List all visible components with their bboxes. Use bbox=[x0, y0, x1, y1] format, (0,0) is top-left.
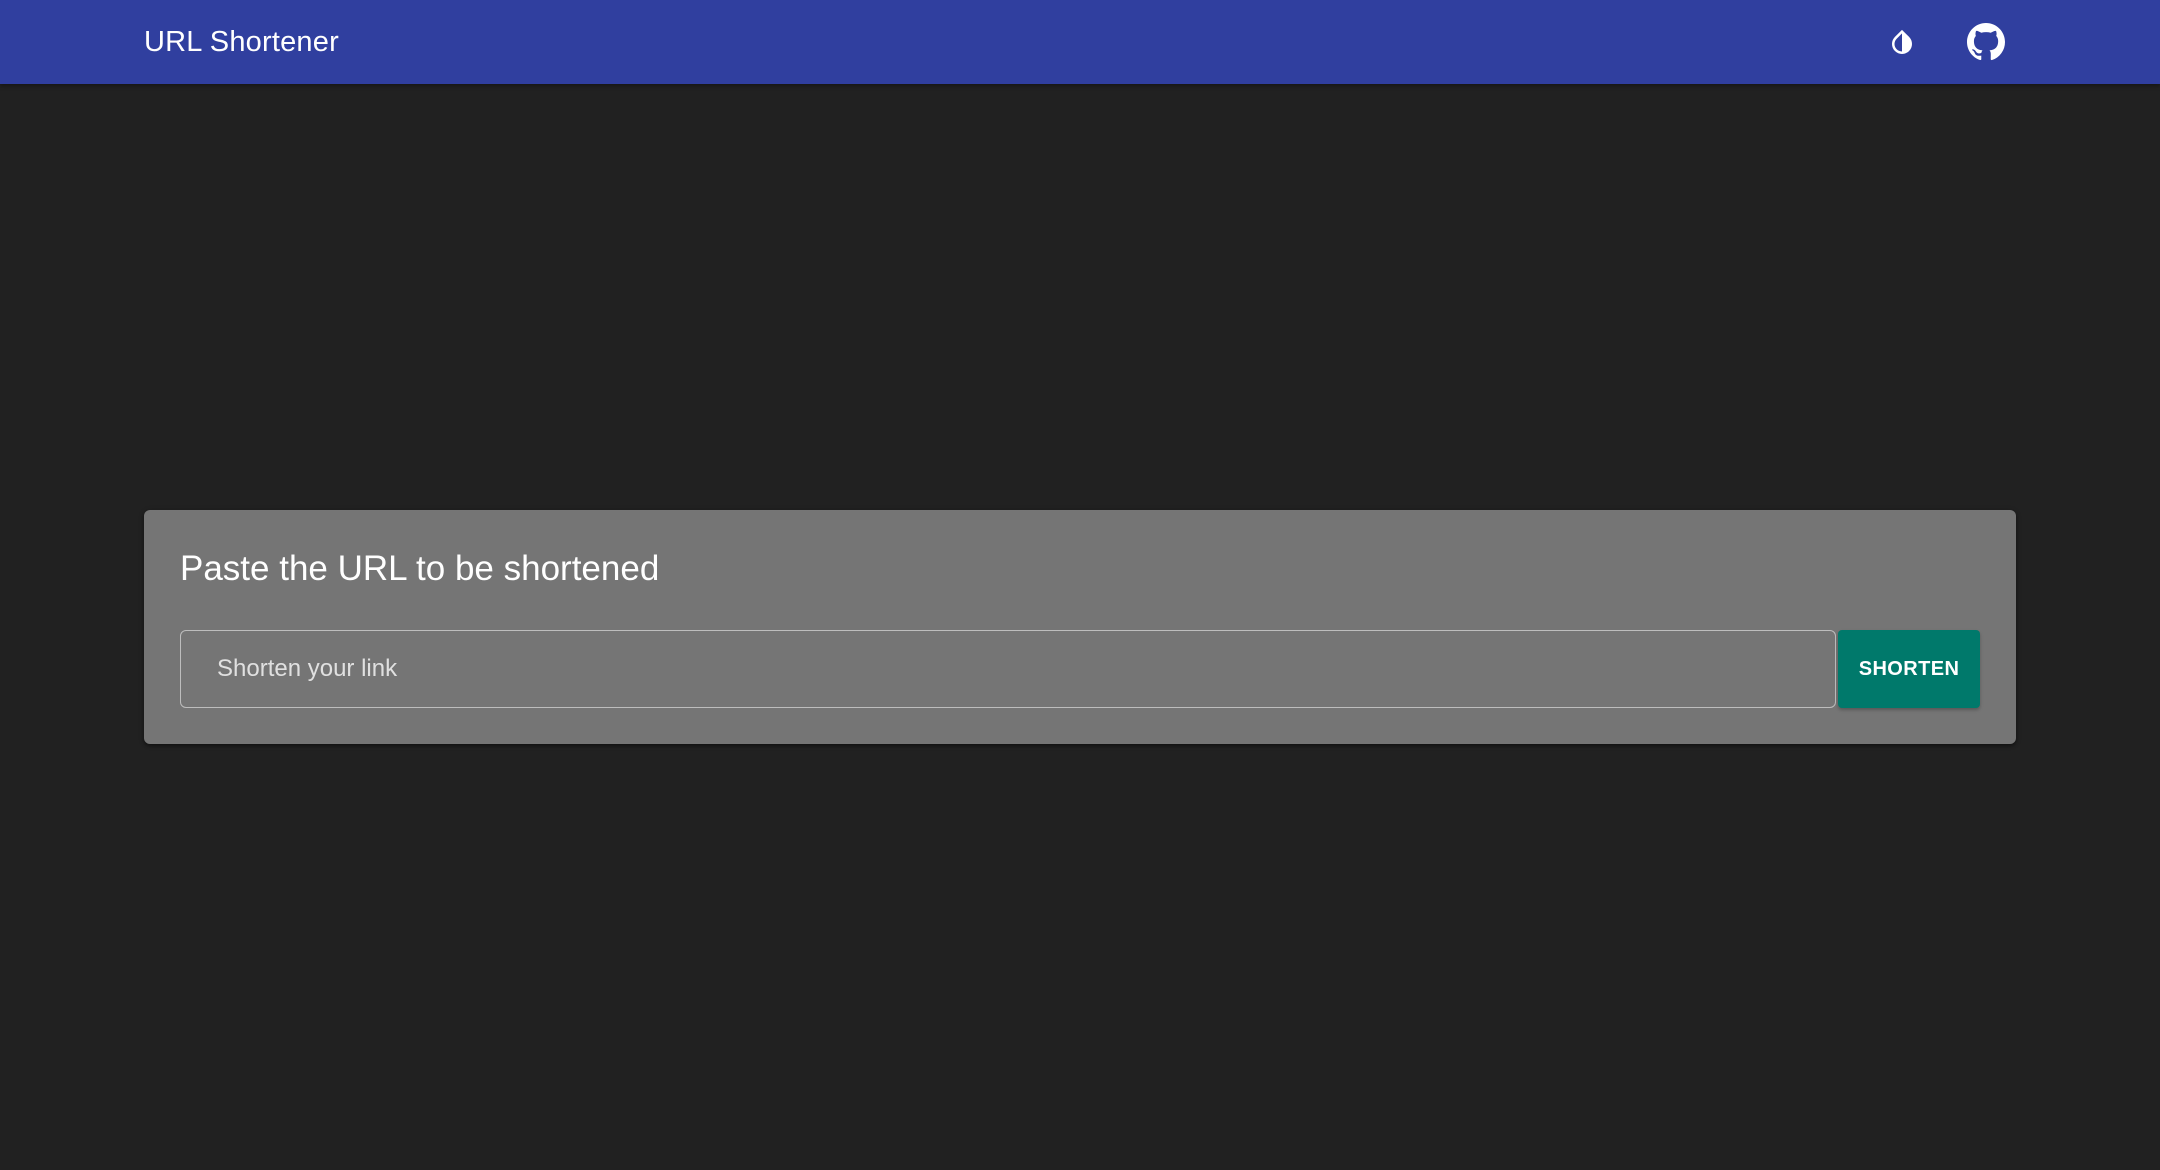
shorten-card: Paste the URL to be shortened SHORTEN bbox=[144, 510, 2016, 744]
url-input[interactable] bbox=[180, 630, 1836, 708]
theme-toggle-button[interactable] bbox=[1877, 17, 1927, 67]
app-bar: URL Shortener bbox=[0, 0, 2160, 84]
github-icon bbox=[1967, 23, 2005, 61]
invert-colors-icon bbox=[1887, 27, 1917, 57]
github-link-button[interactable] bbox=[1961, 17, 2011, 67]
card-title: Paste the URL to be shortened bbox=[180, 549, 660, 588]
app-title: URL Shortener bbox=[144, 26, 339, 58]
shorten-button[interactable]: SHORTEN bbox=[1838, 630, 1980, 708]
